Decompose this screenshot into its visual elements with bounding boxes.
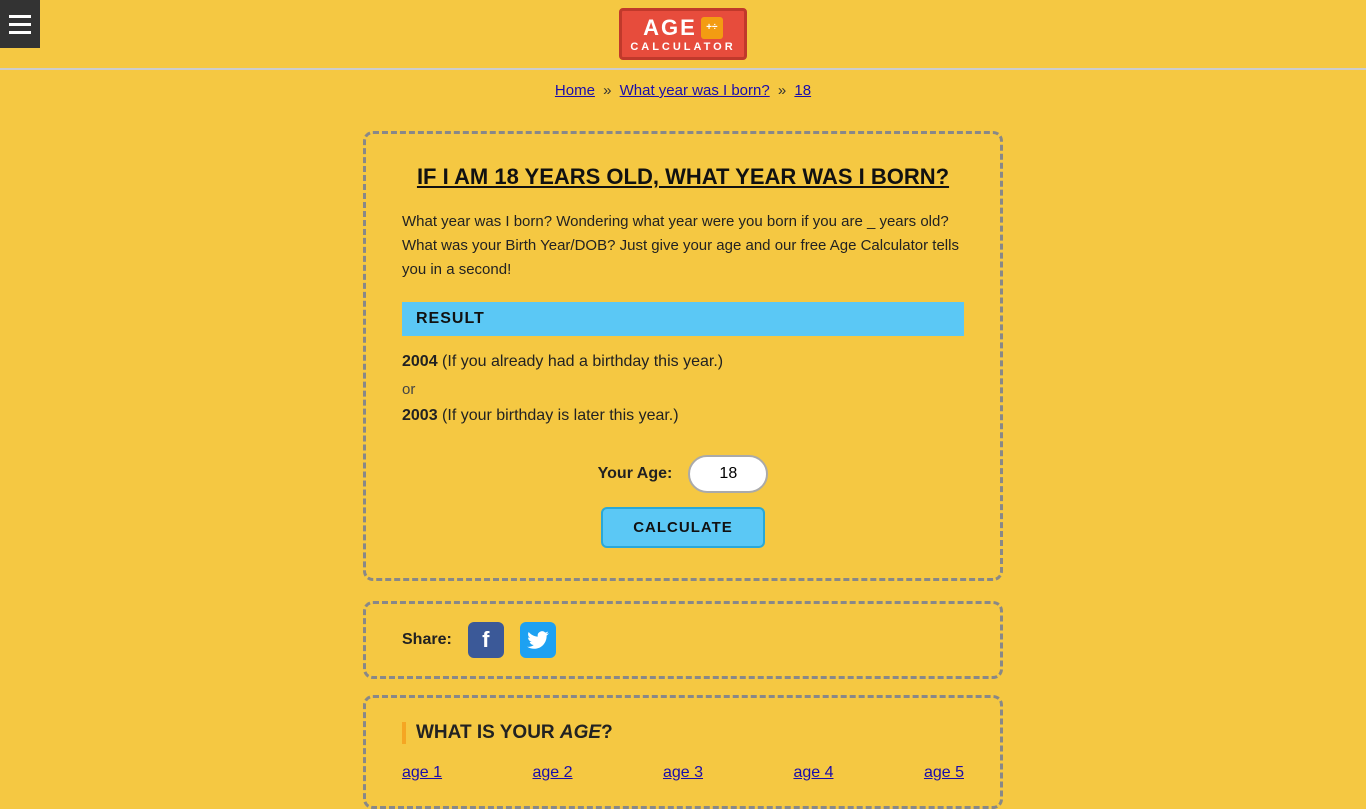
age-input-row: Your Age:	[402, 455, 964, 493]
card-description: What year was I born? Wondering what yea…	[402, 210, 964, 282]
logo-calculator-icon: +÷	[701, 17, 723, 39]
age-info-title-italic: AGE	[560, 722, 601, 743]
calculate-btn-row: CALCULATE	[402, 507, 964, 548]
logo-calculator-text: CALCULATOR	[630, 41, 735, 53]
age-info-title: WHAT IS YOUR AGE?	[402, 722, 964, 744]
age-links-row: age 1 age 2 age 3 age 4 age 5	[402, 764, 964, 782]
result-or: or	[402, 381, 964, 398]
age-link-1[interactable]: age 1	[402, 764, 442, 782]
age-link-3[interactable]: age 3	[663, 764, 703, 782]
main-card: IF I AM 18 YEARS OLD, WHAT YEAR WAS I BO…	[363, 131, 1003, 581]
result-year-1: 2004	[402, 353, 438, 370]
logo-top-row: AGE +÷	[643, 15, 723, 41]
age-info-card: WHAT IS YOUR AGE? age 1 age 2 age 3 age …	[363, 695, 1003, 809]
hamburger-button[interactable]	[0, 0, 40, 48]
breadcrumb-number-link[interactable]: 18	[794, 82, 811, 99]
header: AGE +÷ CALCULATOR	[0, 0, 1366, 70]
age-info-title-suffix: ?	[601, 722, 613, 743]
logo[interactable]: AGE +÷ CALCULATOR	[619, 8, 746, 60]
age-label: Your Age:	[598, 465, 673, 483]
card-title: IF I AM 18 YEARS OLD, WHAT YEAR WAS I BO…	[402, 164, 964, 190]
hamburger-line-2	[9, 23, 31, 26]
age-info-title-prefix: WHAT IS YOUR	[416, 722, 560, 743]
result-header: RESULT	[402, 302, 964, 336]
breadcrumb-home-link[interactable]: Home	[555, 82, 595, 99]
share-label: Share:	[402, 631, 452, 649]
result-row-1: 2004 (If you already had a birthday this…	[402, 348, 964, 377]
age-input[interactable]	[688, 455, 768, 493]
calculate-button[interactable]: CALCULATE	[601, 507, 765, 548]
age-link-5[interactable]: age 5	[924, 764, 964, 782]
breadcrumb: Home » What year was I born? » 18	[0, 70, 1366, 111]
age-link-2[interactable]: age 2	[532, 764, 572, 782]
twitter-share-button[interactable]	[520, 622, 556, 658]
logo-age-text: AGE	[643, 15, 697, 41]
breadcrumb-sep1: »	[603, 82, 611, 99]
result-year-2: 2003	[402, 407, 438, 424]
result-row-2: 2003 (If your birthday is later this yea…	[402, 402, 964, 431]
facebook-share-button[interactable]: f	[468, 622, 504, 658]
share-card: Share: f	[363, 601, 1003, 679]
twitter-icon	[527, 631, 549, 649]
age-link-4[interactable]: age 4	[793, 764, 833, 782]
hamburger-line-1	[9, 15, 31, 18]
hamburger-line-3	[9, 31, 31, 34]
breadcrumb-what-year-link[interactable]: What year was I born?	[620, 82, 770, 99]
result-text-1: (If you already had a birthday this year…	[442, 353, 723, 370]
breadcrumb-sep2: »	[778, 82, 786, 99]
result-text-2: (If your birthday is later this year.)	[442, 407, 679, 424]
